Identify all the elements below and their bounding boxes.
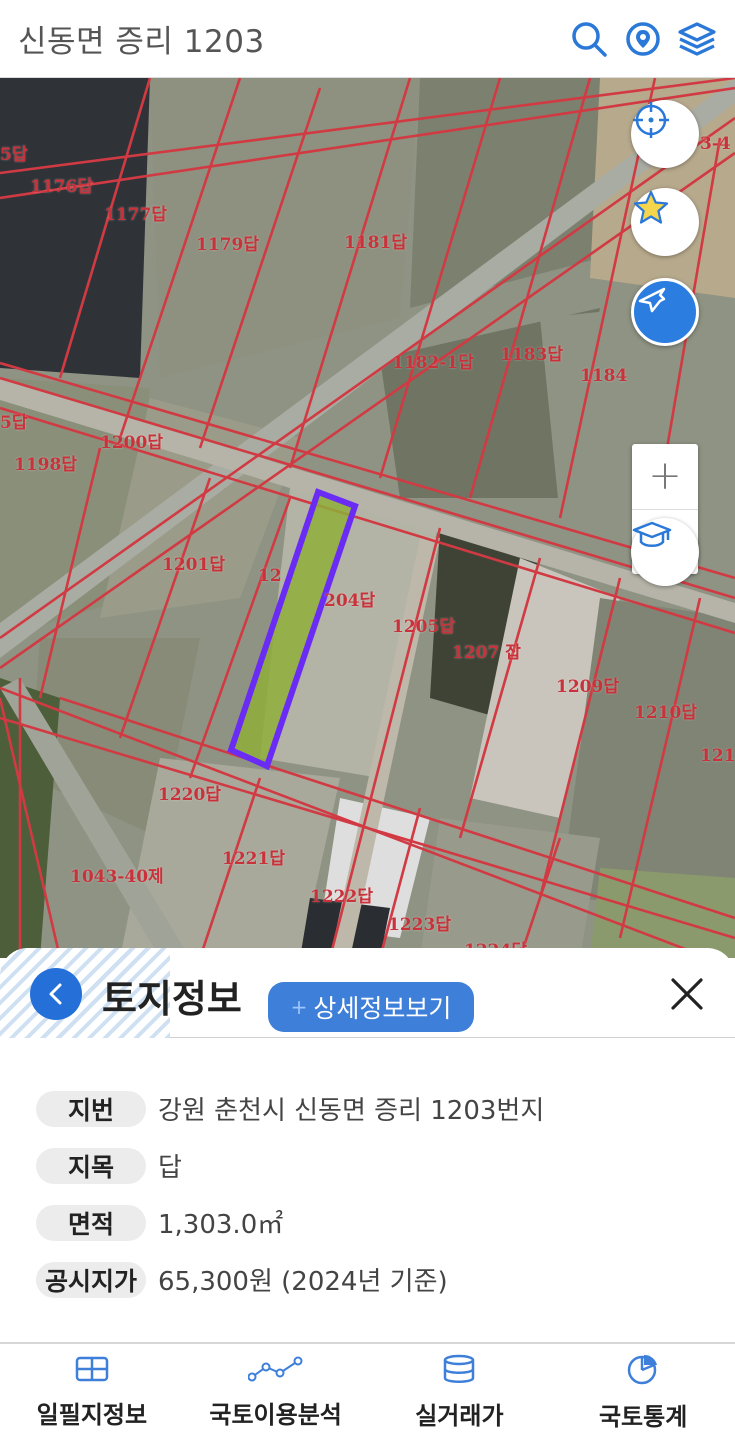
parcel-label: 1222답 — [310, 887, 373, 907]
airplane-icon — [638, 287, 666, 313]
nav-land-use-analysis[interactable]: 국토이용분석 — [184, 1344, 368, 1440]
parcel-label: 1184 — [580, 366, 628, 386]
info-label: 면적 — [36, 1204, 146, 1241]
education-button[interactable] — [631, 518, 699, 586]
favorite-button[interactable] — [631, 188, 699, 256]
parcel-label: 1043-40제 — [70, 867, 164, 887]
parcel-label: 1200답 — [100, 433, 163, 453]
location-pin-icon[interactable] — [623, 19, 663, 59]
plus-icon: + — [290, 995, 308, 1019]
search-icon[interactable] — [569, 19, 609, 59]
header-actions — [569, 19, 717, 59]
pie-chart-icon — [627, 1354, 658, 1384]
gps-button[interactable] — [631, 100, 699, 168]
panel-title: 토지정보 — [102, 977, 242, 1021]
grid-icon — [75, 1356, 109, 1381]
database-icon — [444, 1354, 475, 1383]
nav-label: 국토이용분석 — [209, 1400, 342, 1429]
parcel-label: 1176답 — [30, 177, 93, 197]
parcel-label: 1205답 — [392, 617, 455, 637]
crosshair-icon — [633, 102, 669, 138]
map-view[interactable]: 5답 1176답 1177답 1179답 1181답 1182-1답 1183답… — [0, 78, 735, 958]
analysis-line-icon — [247, 1356, 303, 1381]
zoom-in-button[interactable]: + — [632, 444, 698, 510]
chevron-left-icon — [49, 983, 62, 1005]
land-info-panel: 토지정보 + 상세정보보기 지번 강원 춘천시 신동면 증리 1203번지 지목… — [0, 948, 735, 1343]
star-icon — [633, 190, 669, 224]
nav-parcel-info[interactable]: 일필지정보 — [0, 1344, 184, 1440]
info-value: 1,303.0㎡ — [158, 1210, 284, 1240]
view-details-label: 상세정보보기 — [313, 994, 452, 1023]
parcel-label: 1207 잡 — [452, 643, 521, 663]
nav-land-statistics[interactable]: 국토통계 — [551, 1344, 735, 1440]
info-label: 지번 — [36, 1090, 146, 1127]
parcel-label: 1223답 — [388, 915, 451, 935]
parcel-label: 1220답 — [158, 785, 221, 805]
info-value: 답 — [158, 1153, 182, 1183]
close-button[interactable] — [667, 974, 707, 1014]
info-row-official-price: 공시지가 65,300원 (2024년 기준) — [36, 1251, 544, 1308]
nav-label: 실거래가 — [415, 1401, 504, 1430]
info-row-land-category: 지목 답 — [36, 1137, 544, 1194]
parcel-label: 1201답 — [162, 555, 225, 575]
drone-view-button[interactable] — [631, 278, 699, 346]
parcel-label: 3-4 — [700, 134, 731, 154]
parcel-label: 1183답 — [500, 345, 563, 365]
nav-real-transaction-price[interactable]: 실거래가 — [368, 1344, 552, 1440]
parcel-label: 1181답 — [344, 233, 407, 253]
info-label: 지목 — [36, 1147, 146, 1184]
info-row-lot-number: 지번 강원 춘천시 신동면 증리 1203번지 — [36, 1080, 544, 1137]
parcel-label: 5답 — [0, 413, 28, 433]
parcel-label: 12 — [258, 566, 282, 586]
view-details-button[interactable]: + 상세정보보기 — [268, 982, 474, 1032]
info-label: 공시지가 — [36, 1261, 146, 1298]
close-icon — [671, 978, 703, 1010]
parcel-label: 1209답 — [556, 677, 619, 697]
parcel-label: 1198답 — [14, 455, 77, 475]
info-value: 강원 춘천시 신동면 증리 1203번지 — [158, 1096, 545, 1126]
top-bar: 신동면 증리 1203 — [0, 0, 735, 78]
page-title: 신동면 증리 1203 — [18, 24, 265, 60]
graduation-cap-icon — [632, 521, 672, 547]
land-info-rows: 지번 강원 춘천시 신동면 증리 1203번지 지목 답 면적 1,303.0㎡… — [36, 1080, 544, 1308]
parcel-label: 1182-1답 — [392, 353, 474, 373]
parcel-label: 5답 — [0, 145, 28, 165]
back-button[interactable] — [30, 968, 82, 1020]
parcel-label: 204답 — [324, 591, 376, 611]
parcel-label: 1179답 — [196, 235, 259, 255]
nav-label: 국토통계 — [598, 1402, 688, 1431]
parcel-label: 1177답 — [104, 205, 167, 225]
parcel-label: 1221답 — [222, 849, 285, 869]
bottom-navigation: 일필지정보 국토이용분석 실거래가 국토통계 — [0, 1342, 735, 1440]
parcel-label: 1210답 — [634, 703, 697, 723]
panel-header: 토지정보 + 상세정보보기 — [0, 948, 735, 1038]
info-row-area: 면적 1,303.0㎡ — [36, 1194, 544, 1251]
parcel-label: 121 — [700, 746, 735, 766]
layers-icon[interactable] — [677, 19, 717, 59]
info-value: 65,300원 (2024년 기준) — [158, 1267, 448, 1297]
nav-label: 일필지정보 — [36, 1400, 148, 1429]
